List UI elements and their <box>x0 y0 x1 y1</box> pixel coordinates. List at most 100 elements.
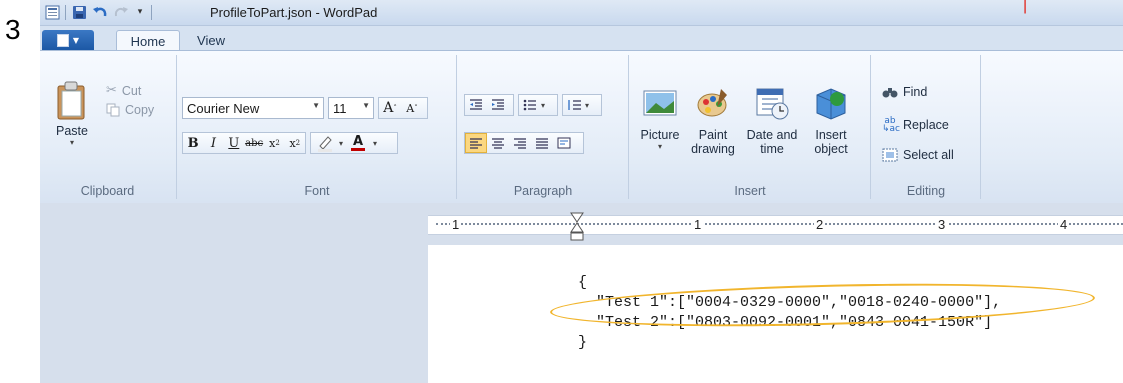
paint-label-1: Paint <box>698 128 728 142</box>
line-spacing-icon <box>563 95 585 115</box>
paste-icon <box>57 81 85 120</box>
shrink-font-icon[interactable]: A ˅ <box>401 98 423 118</box>
calendar-clock-icon <box>756 88 789 120</box>
chevron-down-icon: ▾ <box>657 142 662 151</box>
replace-label: Replace <box>903 118 949 132</box>
editing-group-label: Editing <box>906 184 946 198</box>
paste-button[interactable]: Paste ▾ <box>52 81 92 147</box>
save-icon[interactable] <box>71 4 87 20</box>
annotation-mark: | <box>1023 0 1028 14</box>
ruler-mark: 4 <box>1058 217 1070 232</box>
document-icon <box>56 33 69 47</box>
indent-buttons <box>464 94 514 116</box>
binoculars-icon <box>882 88 898 98</box>
group-separator <box>456 55 457 199</box>
font-family-select[interactable]: Courier New ▼ <box>182 97 324 119</box>
chevron-down-icon[interactable]: ▾ <box>373 139 377 148</box>
date-time-button[interactable]: Date and time <box>742 85 802 156</box>
font-group: Courier New ▼ 11 ▼ A ˄ A ˅ B I U abc x2 x2 <box>178 51 456 203</box>
customize-toolbar-icon[interactable]: ▾ <box>134 7 146 17</box>
ruler-mark: 2 <box>814 217 826 232</box>
chevron-down-icon: ▼ <box>362 101 370 110</box>
align-left-icon[interactable] <box>465 133 487 153</box>
paint-drawing-button[interactable]: Paint drawing <box>688 85 738 156</box>
object-icon <box>816 88 846 120</box>
replace-button[interactable]: ab ↳ac Replace <box>882 116 949 134</box>
ruler-mark: 1 <box>692 217 704 232</box>
insert-group-label: Insert <box>734 184 766 198</box>
tab-view[interactable]: View <box>188 30 234 51</box>
strikethrough-icon[interactable]: abc <box>244 133 264 153</box>
font-size-buttons: A ˄ A ˅ <box>378 97 428 119</box>
group-separator <box>176 55 177 199</box>
document-workspace: 1 1 2 3 4 { "Test 1":["0004-0329-0000","… <box>40 203 1123 383</box>
justify-icon[interactable] <box>531 133 553 153</box>
tab-home[interactable]: Home <box>116 30 180 52</box>
wordpad-window: ▾ ProfileToPart.json - WordPad | ▼ Home … <box>40 0 1123 383</box>
font-style-buttons: B I U abc x2 x2 <box>182 132 306 154</box>
insert-picture-button[interactable]: Picture ▾ <box>636 85 684 151</box>
subscript-icon[interactable]: x2 <box>264 133 284 153</box>
indent-marker-icon[interactable] <box>570 212 584 242</box>
align-right-icon[interactable] <box>509 133 531 153</box>
font-group-label: Font <box>304 184 330 198</box>
step-number: 3 <box>5 14 21 45</box>
color-buttons: ▾ A ▾ <box>310 132 398 154</box>
decrease-indent-icon[interactable] <box>465 95 487 115</box>
group-separator <box>980 55 981 199</box>
list-button[interactable]: ▾ <box>518 94 558 116</box>
clipboard-group-label: Clipboard <box>80 184 135 198</box>
increase-indent-icon[interactable] <box>487 95 509 115</box>
toolbar-separator <box>65 4 66 20</box>
paste-label: Paste <box>56 124 88 138</box>
underline-icon[interactable]: U <box>224 133 244 153</box>
application-menu-button[interactable]: ▼ <box>42 30 94 50</box>
ruler[interactable]: 1 1 2 3 4 <box>428 215 1123 235</box>
picture-label: Picture <box>640 128 680 142</box>
replace-icon: ab ↳ac <box>882 116 901 134</box>
ribbon: Paste ▾ ✂ Cut Copy Clipboard Courier New… <box>40 50 1123 204</box>
group-separator <box>870 55 871 199</box>
wordpad-app-icon[interactable] <box>44 4 60 20</box>
select-all-button[interactable]: Select all <box>882 148 954 162</box>
highlight-color-icon[interactable] <box>311 133 339 153</box>
document-page[interactable]: { "Test 1":["0004-0329-0000","0018-0240-… <box>428 245 1123 383</box>
paragraph-settings-icon[interactable] <box>553 133 575 153</box>
date-label-2: time <box>760 142 784 156</box>
undo-icon[interactable] <box>92 4 108 20</box>
copy-button[interactable]: Copy <box>106 103 154 117</box>
italic-icon[interactable]: I <box>203 133 223 153</box>
ribbon-tab-bar: ▼ Home View <box>40 26 1123 52</box>
bold-icon[interactable]: B <box>183 133 203 153</box>
align-center-icon[interactable] <box>487 133 509 153</box>
picture-icon <box>643 90 677 116</box>
font-color-icon[interactable]: A <box>343 133 373 153</box>
copy-icon <box>106 103 120 117</box>
chevron-down-icon: ▼ <box>72 35 80 45</box>
superscript-icon[interactable]: x2 <box>285 133 305 153</box>
chevron-down-icon: ▾ <box>585 100 590 110</box>
clipboard-group: Paste ▾ ✂ Cut Copy Clipboard <box>40 51 175 203</box>
cut-button[interactable]: ✂ Cut <box>106 83 141 98</box>
object-label-2: object <box>814 142 848 156</box>
insert-group: Picture ▾ Paint drawing Date and time In… <box>630 51 870 203</box>
ruler-mark: 1 <box>450 217 462 232</box>
font-size-select[interactable]: 11 ▼ <box>328 97 374 119</box>
line-spacing-button[interactable]: ▾ <box>562 94 602 116</box>
bullet-list-icon <box>519 95 541 115</box>
select-all-icon <box>882 148 898 162</box>
find-button[interactable]: Find <box>882 85 927 99</box>
redo-icon[interactable] <box>113 4 129 20</box>
ruler-mark: 3 <box>936 217 948 232</box>
select-all-label: Select all <box>903 148 954 162</box>
document-line: } <box>578 334 588 351</box>
alignment-buttons <box>464 132 584 154</box>
title-bar: ▾ ProfileToPart.json - WordPad | <box>40 0 1123 26</box>
font-family-value: Courier New <box>187 100 260 116</box>
font-size-value: 11 <box>333 100 347 116</box>
group-separator <box>628 55 629 199</box>
copy-label: Copy <box>125 103 155 117</box>
grow-font-icon[interactable]: A ˄ <box>379 98 401 118</box>
insert-object-button[interactable]: Insert object <box>806 85 856 156</box>
paint-palette-icon <box>697 89 727 117</box>
